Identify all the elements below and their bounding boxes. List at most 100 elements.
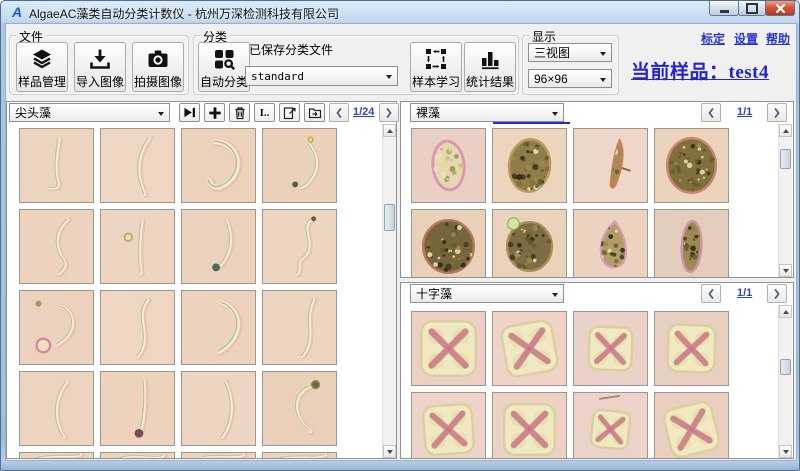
rename-button[interactable]: I.. (254, 103, 275, 122)
play-continue-button[interactable] (179, 103, 200, 122)
view-mode-select[interactable]: 三视图 (528, 43, 612, 62)
next-page-button[interactable] (767, 284, 787, 303)
algae-thumbnail[interactable] (181, 290, 256, 365)
auto-classify-button[interactable]: 自动分类 (198, 42, 250, 92)
algae-thumbnail[interactable] (19, 128, 94, 203)
close-button[interactable] (765, 1, 795, 16)
algae-thumbnail[interactable] (262, 209, 337, 284)
import-images-label: 导入图像 (76, 76, 124, 88)
thumbnail-grid-bottom-right (401, 305, 793, 458)
capture-images-button[interactable]: 拍摄图像 (132, 42, 184, 92)
scrollbar-bottom-right[interactable] (778, 305, 792, 458)
help-link[interactable]: 帮助 (766, 30, 790, 47)
scroll-up-button[interactable] (779, 305, 792, 318)
algae-thumbnail[interactable] (19, 371, 94, 446)
algae-thumbnail[interactable] (100, 371, 175, 446)
minimize-button[interactable] (709, 1, 739, 16)
algae-thumbnail[interactable] (19, 452, 94, 458)
app-icon: A (9, 4, 25, 20)
algae-thumbnail[interactable] (262, 128, 337, 203)
file-group: 文件 样品管理 导入图像 拍摄图像 (9, 35, 189, 95)
maximize-button[interactable] (738, 1, 766, 16)
arrow-up-icon (387, 129, 393, 133)
algae-thumbnail[interactable] (19, 290, 94, 365)
page-indicator-top-right[interactable]: 1/1 (737, 106, 752, 118)
saved-file-select[interactable]: standard (245, 66, 398, 86)
algae-thumbnail[interactable] (262, 452, 337, 458)
algae-thumbnail[interactable] (100, 209, 175, 284)
window-title: AlgaeAC藻类自动分类计数仪 - 杭州万深检测科技有限公司 (29, 5, 339, 22)
scroll-thumb[interactable] (780, 149, 791, 169)
scrollbar-top-right[interactable] (778, 124, 792, 277)
play-next-icon (182, 106, 197, 119)
algae-thumbnail[interactable] (492, 209, 567, 277)
sample-learning-button[interactable]: 样本学习 (410, 42, 462, 92)
scrollbar-left[interactable] (382, 124, 396, 458)
prev-page-button[interactable] (701, 284, 721, 303)
scroll-down-button[interactable] (779, 445, 792, 458)
algae-thumbnail[interactable] (100, 290, 175, 365)
display-group: 显示 三视图 96×96 (522, 35, 619, 95)
import-images-button[interactable]: 导入图像 (74, 42, 126, 92)
algae-thumbnail[interactable] (411, 128, 486, 203)
chevron-right-icon (773, 288, 781, 300)
calibrate-link[interactable]: 标定 (701, 30, 725, 47)
species-select-bottom-right[interactable]: 十字藻 (410, 284, 564, 303)
algae-thumbnail[interactable] (262, 290, 337, 365)
app-window: A AlgaeAC藻类自动分类计数仪 - 杭州万深检测科技有限公司 文件 样品管… (0, 0, 800, 471)
algae-thumbnail[interactable] (100, 128, 175, 203)
algae-thumbnail[interactable] (411, 392, 486, 458)
algae-thumbnail[interactable] (654, 209, 729, 277)
algae-thumbnail[interactable] (573, 209, 648, 277)
page-indicator-bottom-right[interactable]: 1/1 (737, 287, 752, 299)
algae-thumbnail[interactable] (492, 392, 567, 458)
algae-thumbnail[interactable] (654, 311, 729, 386)
view-mode-value: 三视图 (534, 44, 570, 61)
page-indicator-left[interactable]: 1/24 (353, 106, 374, 118)
algae-thumbnail[interactable] (411, 311, 486, 386)
algae-thumbnail[interactable] (19, 209, 94, 284)
stats-result-button[interactable]: 统计结果 (464, 42, 516, 92)
algae-thumbnail[interactable] (492, 128, 567, 203)
next-page-button[interactable] (767, 103, 787, 122)
algae-thumbnail[interactable] (411, 209, 486, 277)
scroll-down-button[interactable] (779, 264, 792, 277)
plus-icon (208, 106, 222, 120)
chevron-down-icon (600, 52, 606, 56)
species-value-left: 尖头藻 (15, 104, 51, 121)
species-select-left[interactable]: 尖头藻 (9, 103, 170, 122)
move-to-folder-button[interactable] (304, 103, 325, 122)
delete-button[interactable] (229, 103, 250, 122)
algae-thumbnail[interactable] (492, 311, 567, 386)
algae-thumbnail[interactable] (262, 371, 337, 446)
algae-thumbnail[interactable] (181, 209, 256, 284)
prev-page-button[interactable] (329, 103, 349, 122)
scroll-up-button[interactable] (779, 124, 792, 137)
thumb-size-select[interactable]: 96×96 (528, 69, 612, 88)
species-select-top-right[interactable]: 裸藻 (410, 103, 564, 122)
algae-thumbnail[interactable] (181, 371, 256, 446)
window-controls (710, 1, 795, 16)
scroll-thumb[interactable] (384, 204, 395, 231)
sample-manage-button[interactable]: 样品管理 (16, 42, 68, 92)
next-page-button[interactable] (379, 103, 399, 122)
add-button[interactable] (204, 103, 225, 122)
algae-thumbnail[interactable] (573, 128, 648, 203)
algae-thumbnail[interactable] (654, 128, 729, 203)
chevron-down-icon (386, 75, 392, 79)
algae-thumbnail[interactable] (573, 392, 648, 458)
export-image-button[interactable] (279, 103, 300, 122)
algae-thumbnail[interactable] (654, 392, 729, 458)
panel-left-header: 尖头藻 I.. (7, 102, 396, 124)
algae-thumbnail[interactable] (573, 311, 648, 386)
algae-thumbnail[interactable] (181, 128, 256, 203)
current-sample-link[interactable]: 当前样品：test4 (631, 57, 797, 84)
scroll-up-button[interactable] (383, 124, 396, 137)
scroll-thumb[interactable] (780, 359, 791, 375)
algae-thumbnail[interactable] (181, 452, 256, 458)
settings-link[interactable]: 设置 (734, 30, 758, 47)
algae-thumbnail[interactable] (100, 452, 175, 458)
scroll-down-button[interactable] (383, 445, 396, 458)
prev-page-button[interactable] (701, 103, 721, 122)
classify-grid-icon (212, 47, 236, 71)
